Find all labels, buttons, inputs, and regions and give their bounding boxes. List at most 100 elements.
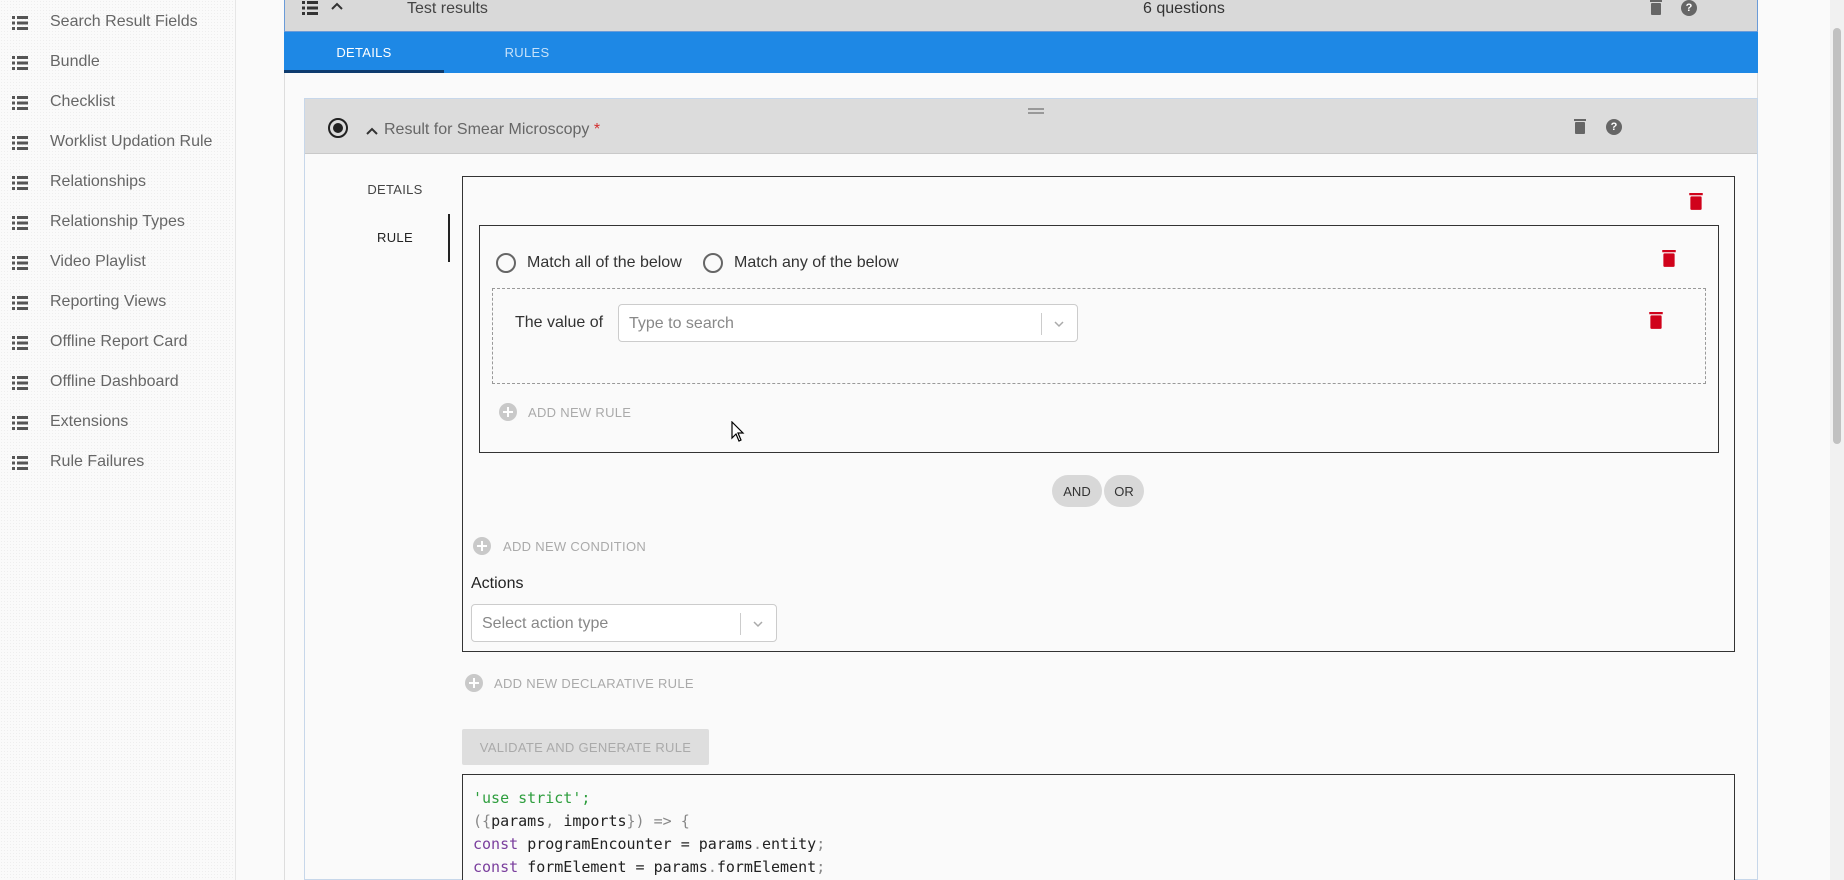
action-select-placeholder: Select action type	[482, 615, 609, 632]
code-token: }) => {	[626, 812, 690, 830]
code-token: ({	[473, 812, 492, 830]
list-icon	[12, 456, 28, 470]
tab-rules[interactable]: RULES	[447, 32, 607, 73]
code-token: imports	[563, 812, 627, 830]
add-circle-icon[interactable]	[465, 674, 483, 692]
or-button[interactable]: OR	[1104, 475, 1144, 507]
sidebar-item-offline-dashboard[interactable]: Offline Dashboard	[0, 362, 236, 402]
code-token: ;	[816, 835, 826, 853]
trash-icon[interactable]	[1650, 0, 1662, 16]
sidebar-item-label: Extensions	[50, 413, 129, 430]
add-circle-icon[interactable]	[499, 403, 517, 421]
code-token: entity	[762, 835, 817, 853]
question-title: Result for Smear Microscopy	[384, 121, 590, 138]
radio-selected-icon[interactable]	[327, 117, 349, 139]
value-select[interactable]: Type to search	[618, 304, 1078, 342]
select-separator	[740, 613, 741, 635]
and-button[interactable]: AND	[1052, 475, 1102, 507]
add-new-condition-link[interactable]: ADD NEW CONDITION	[503, 539, 646, 554]
code-token: 'use strict';	[473, 789, 591, 807]
code-token: .	[752, 835, 762, 853]
sidebar-item-label: Bundle	[50, 53, 100, 70]
chevron-down-icon[interactable]	[1053, 318, 1065, 330]
chevron-up-icon[interactable]	[331, 2, 343, 10]
actions-label: Actions	[471, 575, 524, 592]
sidebar-item-label: Rule Failures	[50, 453, 145, 470]
vtab-indicator	[448, 214, 450, 262]
match-all-radio[interactable]	[496, 253, 516, 273]
code-token: ,	[545, 812, 564, 830]
help-icon[interactable]: ?	[1681, 0, 1697, 16]
mouse-cursor-icon	[731, 421, 745, 442]
sidebar-item-worklist-updation-rule[interactable]: Worklist Updation Rule	[0, 122, 236, 162]
list-icon	[12, 336, 28, 350]
tab-indicator	[284, 70, 444, 73]
question-title-wrap: Result for Smear Microscopy *	[384, 121, 600, 139]
validate-generate-rule-button[interactable]: VALIDATE AND GENERATE RULE	[462, 729, 709, 765]
code-line-4: const formElement = params.formElement;	[473, 856, 1734, 879]
sidebar-item-label: Search Result Fields	[50, 13, 198, 30]
code-line-2: ({params, imports}) => {	[473, 810, 1734, 833]
list-icon	[12, 256, 28, 270]
match-any-label: Match any of the below	[734, 254, 899, 271]
sidebar-item-label: Worklist Updation Rule	[50, 133, 213, 150]
code-token: programEncounter = params	[527, 835, 753, 853]
sidebar-item-label: Relationship Types	[50, 213, 185, 230]
match-any-radio[interactable]	[703, 253, 723, 273]
list-icon	[12, 176, 28, 190]
action-type-select[interactable]: Select action type	[471, 604, 777, 642]
sidebar-item-label: Relationships	[50, 173, 147, 190]
value-of-label: The value of	[515, 314, 604, 331]
code-line-1: 'use strict';	[473, 787, 1734, 810]
sidebar-item-reporting-views[interactable]: Reporting Views	[0, 282, 236, 322]
trash-icon[interactable]	[1574, 119, 1586, 135]
list-icon	[12, 96, 28, 110]
code-token: ;	[816, 858, 826, 876]
chevron-up-icon[interactable]	[366, 127, 378, 135]
required-mark: *	[593, 121, 601, 138]
help-icon[interactable]: ?	[1606, 119, 1622, 135]
sidebar-item-offline-report-card[interactable]: Offline Report Card	[0, 322, 236, 362]
chevron-down-icon[interactable]	[752, 618, 764, 630]
tab-details[interactable]: DETAILS	[284, 32, 444, 73]
sidebar-item-label: Video Playlist	[50, 253, 146, 270]
drag-handle-icon[interactable]	[1028, 108, 1044, 114]
code-editor[interactable]: 'use strict'; ({params, imports}) => { c…	[462, 774, 1735, 880]
add-new-rule-link[interactable]: ADD NEW RULE	[528, 405, 631, 420]
select-separator	[1041, 313, 1042, 335]
add-new-declarative-rule-link[interactable]: ADD NEW DECLARATIVE RULE	[494, 676, 694, 691]
list-icon	[12, 416, 28, 430]
list-icon	[12, 376, 28, 390]
code-token: const	[473, 835, 528, 853]
list-icon	[12, 136, 28, 150]
sidebar-item-search-result-fields[interactable]: Search Result Fields	[0, 2, 236, 42]
trash-icon[interactable]	[1649, 312, 1663, 330]
sidebar-item-label: Reporting Views	[50, 293, 167, 310]
trash-icon[interactable]	[1662, 250, 1676, 268]
vtab-details[interactable]: DETAILS	[340, 174, 450, 204]
sidebar-item-video-playlist[interactable]: Video Playlist	[0, 242, 236, 282]
sidebar-item-rule-failures[interactable]: Rule Failures	[0, 442, 236, 482]
sidebar-item-label: Checklist	[50, 93, 115, 110]
trash-icon[interactable]	[1689, 193, 1703, 211]
code-token: const	[473, 858, 528, 876]
list-icon	[12, 56, 28, 70]
scrollbar-thumb[interactable]	[1833, 28, 1841, 444]
sidebar-item-bundle[interactable]: Bundle	[0, 42, 236, 82]
group-header[interactable]: Test results 6 questions ?	[284, 0, 1758, 32]
code-token: .	[707, 858, 717, 876]
code-token: params	[491, 812, 546, 830]
code-line-3: const programEncounter = params.entity;	[473, 833, 1734, 856]
list-icon[interactable]	[302, 1, 318, 15]
add-circle-icon[interactable]	[473, 537, 491, 555]
sidebar-item-extensions[interactable]: Extensions	[0, 402, 236, 442]
list-icon	[12, 296, 28, 310]
question-count: 6 questions	[1143, 0, 1225, 17]
list-icon	[12, 216, 28, 230]
vtab-rule[interactable]: RULE	[340, 222, 450, 252]
code-token: formElement	[716, 858, 817, 876]
sidebar-item-relationship-types[interactable]: Relationship Types	[0, 202, 236, 242]
sidebar-item-checklist[interactable]: Checklist	[0, 82, 236, 122]
sidebar-item-relationships[interactable]: Relationships	[0, 162, 236, 202]
value-select-placeholder: Type to search	[629, 315, 734, 332]
